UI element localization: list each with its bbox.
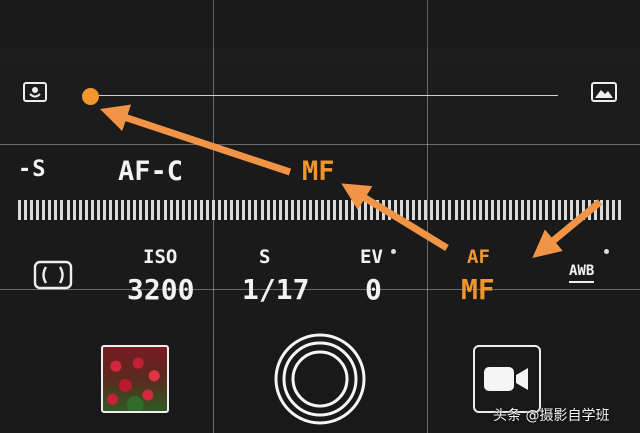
gallery-thumbnail[interactable] [101, 345, 169, 413]
arrow-to-af [532, 199, 603, 259]
video-camera-icon [484, 367, 528, 391]
camera-pro-screen: -S AF-C MF ISO 3200 S 1/17 EV 0 AF MF AW… [0, 0, 640, 433]
arrow-af-to-mf [341, 183, 449, 251]
watermark-text: 头条 @摄影自学班 [493, 408, 610, 424]
arrow-mf-to-slider [100, 104, 292, 176]
video-mode-button[interactable] [473, 345, 541, 413]
shutter-button[interactable] [274, 333, 366, 425]
